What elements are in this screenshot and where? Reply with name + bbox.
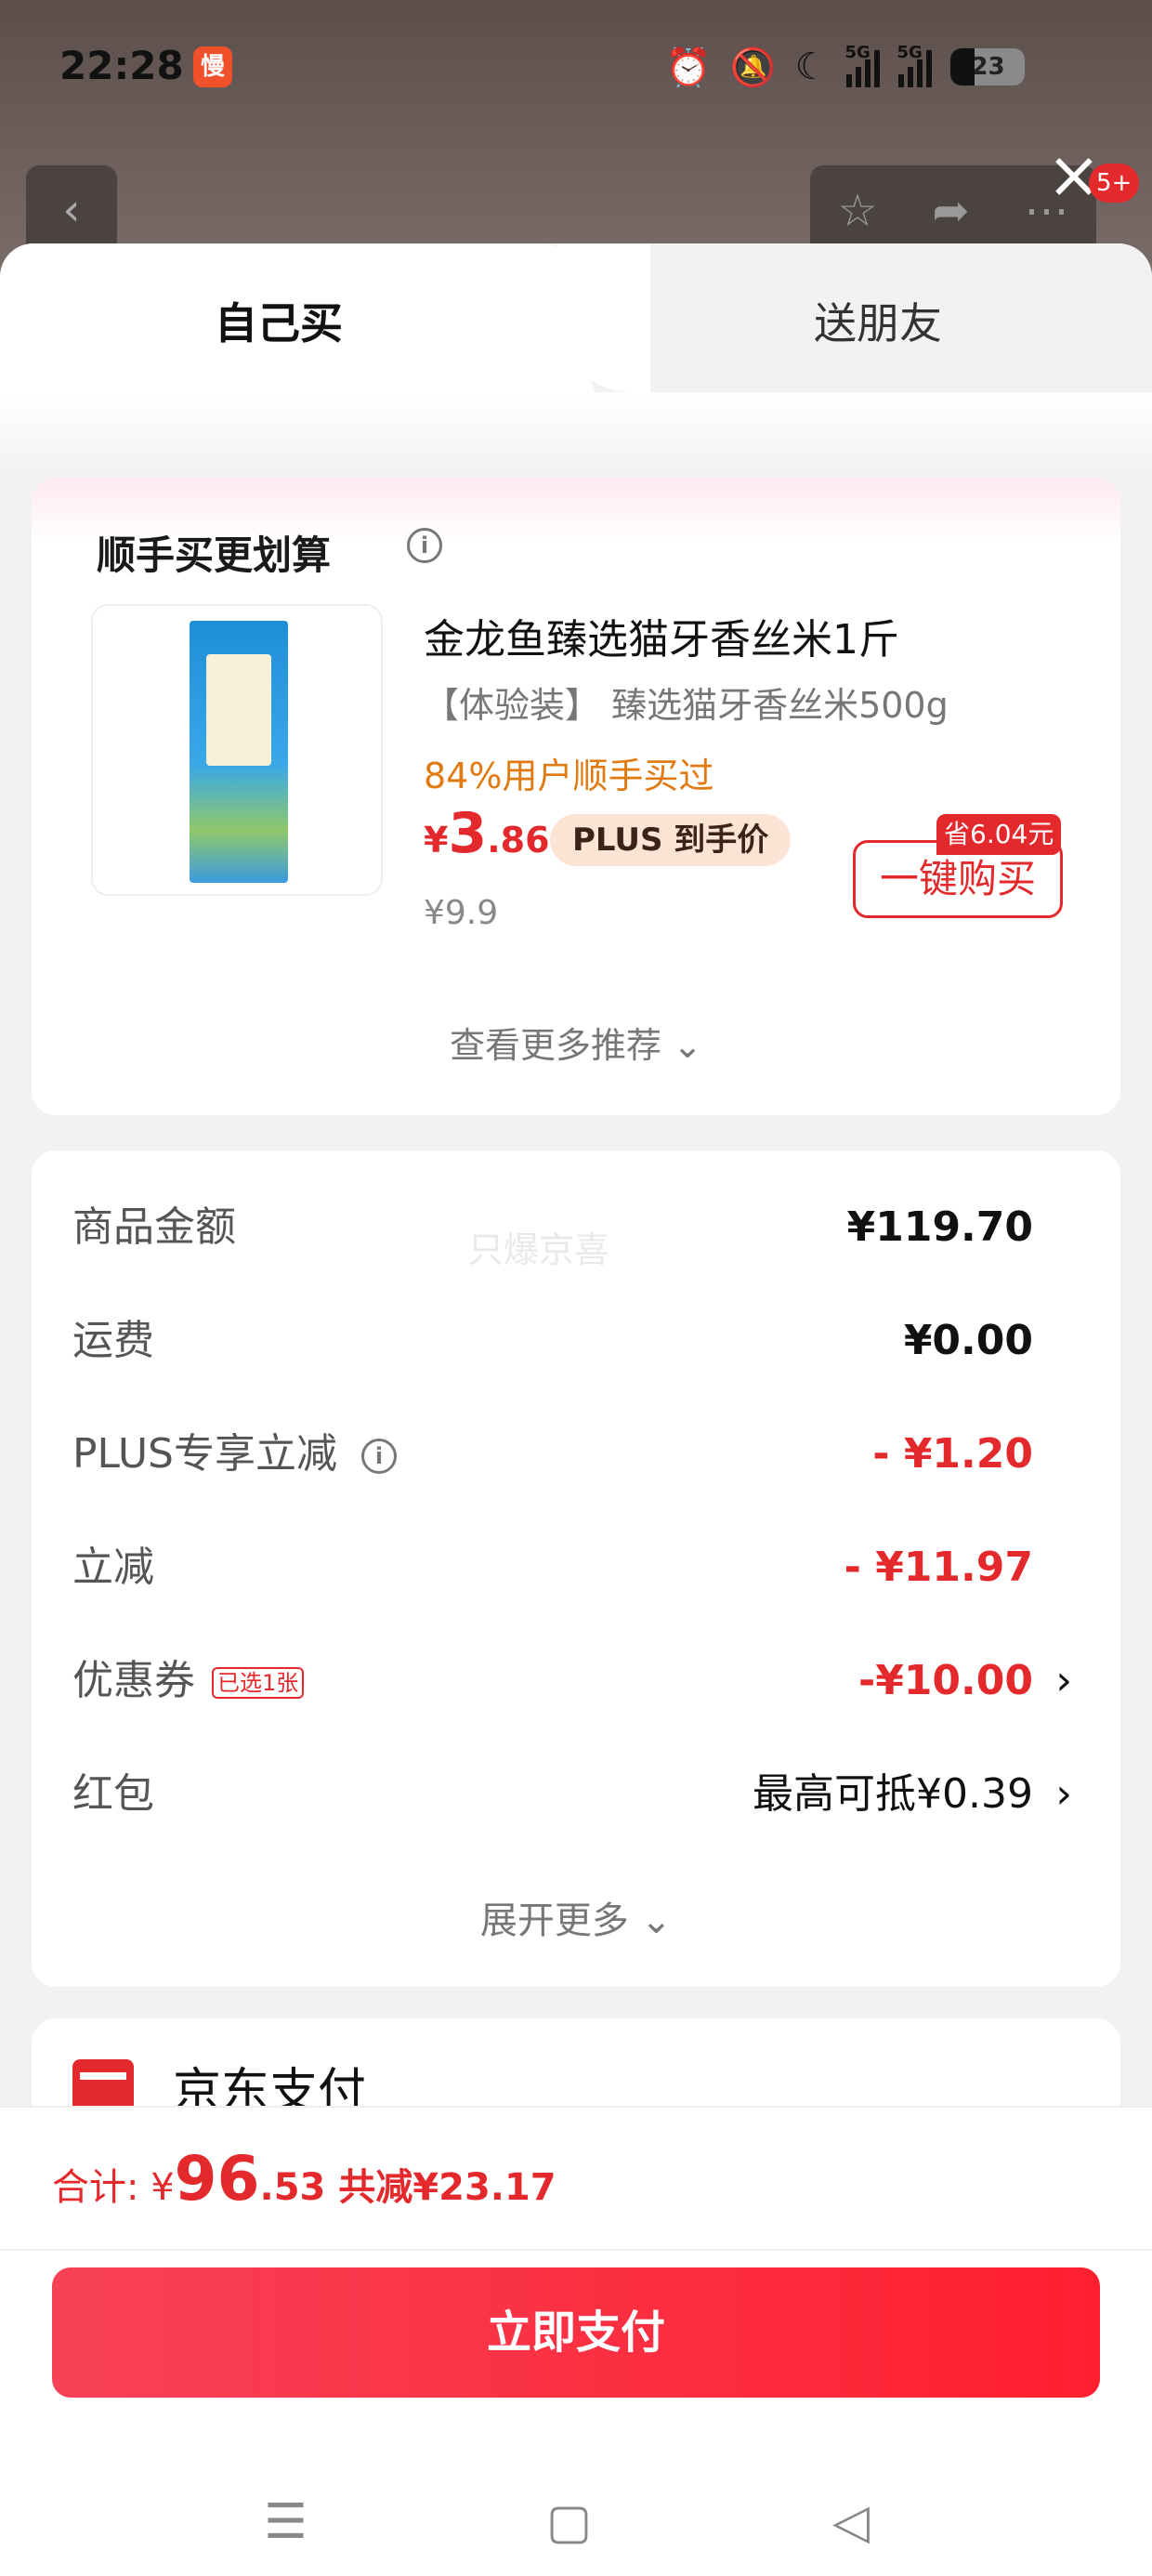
system-nav-bar: ☰ ▢ ◁ — [0, 2453, 1152, 2576]
share-icon[interactable]: ➦ — [932, 185, 969, 237]
row-goods-amount: 商品金额 ¥119.70 — [72, 1195, 1067, 1260]
info-icon[interactable]: i — [407, 528, 442, 563]
row-plus-discount: PLUS专享立减 i - ¥1.20 — [72, 1422, 1067, 1487]
star-icon[interactable]: ☆ — [837, 185, 877, 237]
notification-badge: 5+ — [1089, 164, 1140, 203]
row-label-wrap: PLUS专享立减 i — [72, 1422, 397, 1487]
row-label: 优惠券 — [72, 1657, 195, 1704]
product-spec: 【体验装】 臻选猫牙香丝米500g — [424, 685, 949, 726]
product-image[interactable] — [91, 604, 383, 896]
row-instant-discount: 立减 - ¥11.97 — [72, 1535, 1067, 1600]
row-label: 立减 — [72, 1544, 154, 1591]
back-nav-icon[interactable]: ◁ — [832, 2494, 870, 2550]
recommend-card: 顺手买更划算 i 金龙鱼臻选猫牙香丝米1斤 【体验装】 臻选猫牙香丝米500g … — [32, 478, 1120, 1115]
row-shipping: 运费 ¥0.00 — [72, 1308, 1067, 1373]
row-label: 运费 — [72, 1317, 154, 1364]
info-icon[interactable]: i — [361, 1439, 397, 1474]
save-badge: 省6.04元 — [936, 814, 1062, 855]
row-value: ¥0.00 — [903, 1317, 1033, 1364]
divider — [0, 2249, 1152, 2251]
buy-ratio: 84%用户顺手买过 — [424, 756, 714, 796]
row-value: -¥10.00 — [857, 1657, 1033, 1704]
chevron-right-icon[interactable]: › — [1055, 1649, 1072, 1714]
row-value: 最高可抵¥0.39 — [753, 1770, 1033, 1818]
expand-more-link[interactable]: 展开更多 ⌄ — [32, 1890, 1120, 1944]
product-price: ¥3.86 — [424, 801, 550, 866]
app-notification-icon: 慢 — [193, 46, 232, 87]
moon-icon: ☾ — [794, 46, 829, 88]
pay-now-button[interactable]: 立即支付 — [52, 2267, 1100, 2398]
row-coupon[interactable]: 优惠券 已选1张 -¥10.00 › — [72, 1649, 1072, 1714]
recommend-title: 顺手买更划算 — [97, 532, 332, 578]
signal-icon-2: 5G — [897, 43, 933, 87]
mute-icon: 🔕 — [729, 46, 777, 89]
row-label: 红包 — [72, 1770, 154, 1818]
row-label: 商品金额 — [72, 1203, 236, 1251]
total-reduced: 共减¥23.17 — [325, 2166, 556, 2209]
total-int: 96 — [174, 2143, 260, 2215]
alarm-icon: ⏰ — [665, 46, 712, 89]
row-value: ¥119.70 — [846, 1203, 1033, 1251]
status-bar: 22:28 慢 ⏰ 🔕 ☾ 5G 5G 23 — [0, 0, 1152, 139]
tab-gift-friend[interactable]: 送朋友 — [669, 290, 1087, 351]
row-red-packet[interactable]: 红包 最高可抵¥0.39 › — [72, 1762, 1072, 1827]
row-label-wrap: 优惠券 已选1张 — [72, 1649, 305, 1714]
original-price: ¥9.9 — [424, 894, 499, 932]
row-value: - ¥11.97 — [844, 1544, 1033, 1591]
cost-summary-card: 只爆京喜 商品金额 ¥119.70 运费 ¥0.00 PLUS专享立减 i - ¥… — [32, 1150, 1120, 1987]
menu-icon[interactable]: ☰ — [264, 2494, 308, 2550]
row-value: - ¥1.20 — [872, 1430, 1033, 1478]
signal-icon: 5G — [844, 43, 881, 87]
coupon-selected-tag: 已选1张 — [212, 1667, 305, 1699]
total-label: 合计: ¥ — [52, 2166, 175, 2209]
more-recommend-link[interactable]: 查看更多推荐 ⌄ — [32, 1017, 1120, 1068]
status-time: 22:28 — [59, 43, 184, 88]
home-icon[interactable]: ▢ — [546, 2494, 592, 2550]
chevron-right-icon[interactable]: › — [1055, 1762, 1072, 1827]
order-total: 合计: ¥96.53 共减¥23.17 — [52, 2143, 556, 2215]
row-label: PLUS专享立减 — [72, 1430, 337, 1478]
total-dec: .53 — [259, 2166, 326, 2209]
plus-price-tag: PLUS 到手价 — [550, 814, 792, 866]
tab-underlay — [0, 392, 1152, 476]
rice-bag-icon — [190, 621, 288, 883]
checkout-footer: 合计: ¥96.53 共减¥23.17 立即支付 ☰ ▢ ◁ — [0, 2106, 1152, 2576]
status-icons: ⏰ 🔕 ☾ 5G 5G 23 — [665, 41, 1026, 93]
tab-self-buy-label[interactable]: 自己买 — [0, 290, 557, 351]
product-name[interactable]: 金龙鱼臻选猫牙香丝米1斤 — [424, 606, 899, 665]
battery-icon: 23 — [950, 48, 1026, 85]
